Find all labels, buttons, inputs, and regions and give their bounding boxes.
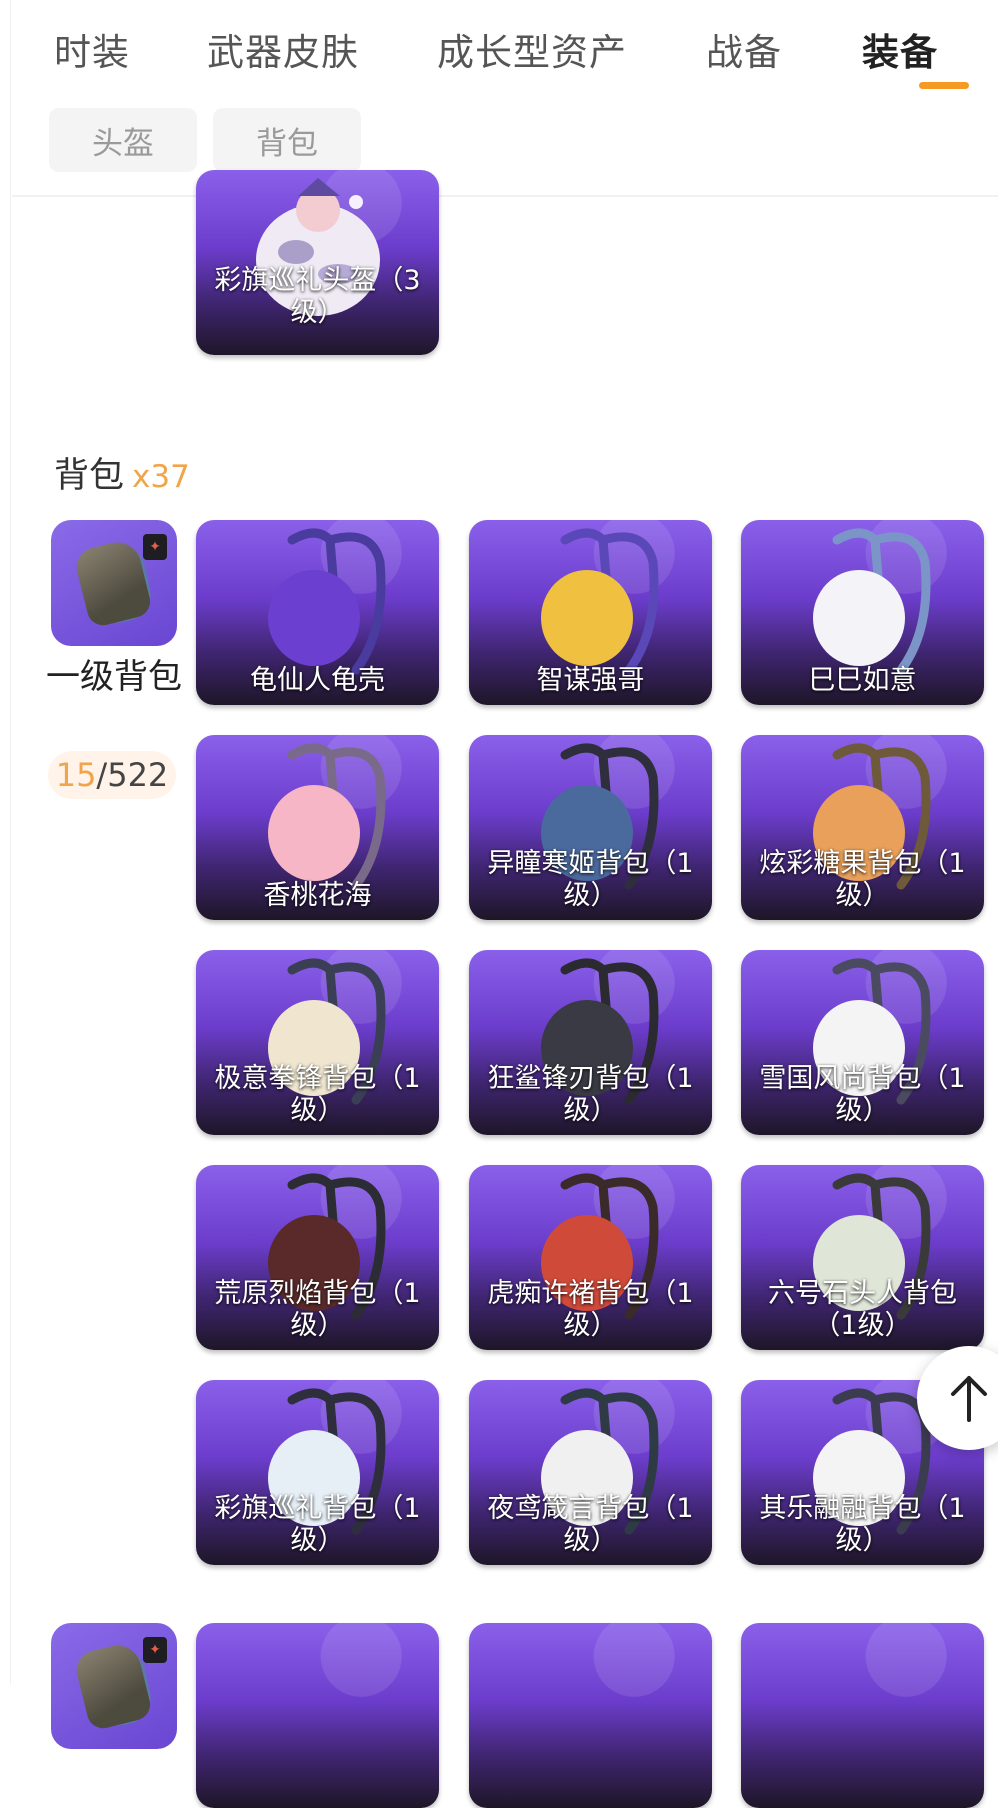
arrow-up-icon [951,1376,987,1422]
item-card-helmet[interactable]: 彩旗巡礼头盔（3级） [196,170,439,355]
section-count: x37 [132,459,190,495]
left-border [10,0,11,1685]
backpack-icon [72,537,154,629]
top-tab-bar: 时装 武器皮肤 成长型资产 战备 装备 [0,0,998,100]
item-name: 荒原烈焰背包（1级） [214,1278,421,1341]
item-name: 异瞳寒姬背包（1级） [487,848,694,911]
rocket-badge-icon: ✦ [143,534,167,560]
active-tab-indicator [919,82,969,89]
category-name: 一级背包 [46,657,182,697]
header-divider [12,195,998,197]
backpack-body-shape [813,570,905,666]
item-name: 香桃花海 [263,880,372,911]
category-owned: 15 [55,756,97,794]
item-name: 虎痴许褚背包（1级） [487,1278,694,1341]
item-name: 六号石头人背包（1级） [768,1278,957,1341]
item-card-backpack[interactable]: 龟仙人龟壳 [196,520,439,705]
tab-fashion[interactable]: 时装 [54,22,130,76]
item-card-backpack[interactable]: 六号石头人背包（1级） [741,1165,984,1350]
item-card-next-3[interactable] [741,1623,984,1808]
tab-battle-prep[interactable]: 战备 [706,22,782,76]
item-card-backpack[interactable]: 雪国风尚背包（1级） [741,950,984,1135]
item-name: 彩旗巡礼头盔（3级） [214,265,421,328]
item-card-backpack[interactable]: 巳巳如意 [741,520,984,705]
item-card-next-1[interactable] [196,1623,439,1808]
category-count: 15/522 [48,751,176,799]
item-card-backpack[interactable]: 极意拳锋背包（1级） [196,950,439,1135]
subtab-backpack[interactable]: 背包 [213,108,361,172]
item-name: 龟仙人龟壳 [250,665,385,696]
item-name: 巳巳如意 [808,665,917,696]
item-name: 夜鸢箴言背包（1级） [487,1493,694,1556]
category-icon-level1-backpack[interactable]: ✦ [51,520,177,646]
item-card-backpack[interactable]: 异瞳寒姬背包（1级） [469,735,712,920]
item-card-backpack[interactable]: 彩旗巡礼背包（1级） [196,1380,439,1565]
item-name: 雪国风尚背包（1级） [759,1063,966,1126]
item-name: 极意拳锋背包（1级） [214,1063,421,1126]
item-card-backpack[interactable]: 夜鸢箴言背包（1级） [469,1380,712,1565]
section-title-text: 背包 [54,456,125,496]
tab-growth-assets[interactable]: 成长型资产 [437,22,627,76]
item-name: 其乐融融背包（1级） [759,1493,966,1556]
item-card-backpack[interactable]: 炫彩糖果背包（1级） [741,735,984,920]
item-card-backpack[interactable]: 荒原烈焰背包（1级） [196,1165,439,1350]
item-card-backpack[interactable]: 智谋强哥 [469,520,712,705]
category-icon-next[interactable]: ✦ [51,1623,177,1749]
subtab-helmet[interactable]: 头盔 [49,108,197,172]
section-title-backpack: 背包 x37 [54,447,190,498]
item-name: 狂鲨锋刃背包（1级） [487,1063,694,1126]
tab-weapon-skins[interactable]: 武器皮肤 [207,22,359,76]
item-name: 智谋强哥 [536,665,645,696]
backpack-body-shape [268,570,360,666]
tab-equipment[interactable]: 装备 [862,22,938,76]
item-card-backpack[interactable]: 香桃花海 [196,735,439,920]
category-total: /522 [96,756,169,794]
backpack-body-shape [268,785,360,881]
item-name: 彩旗巡礼背包（1级） [214,1493,421,1556]
item-card-backpack[interactable]: 狂鲨锋刃背包（1级） [469,950,712,1135]
item-card-backpack[interactable]: 虎痴许褚背包（1级） [469,1165,712,1350]
backpack-icon [72,1640,154,1732]
item-card-next-2[interactable] [469,1623,712,1808]
rocket-badge-icon: ✦ [143,1637,167,1663]
item-name: 炫彩糖果背包（1级） [759,848,966,911]
backpack-body-shape [541,570,633,666]
